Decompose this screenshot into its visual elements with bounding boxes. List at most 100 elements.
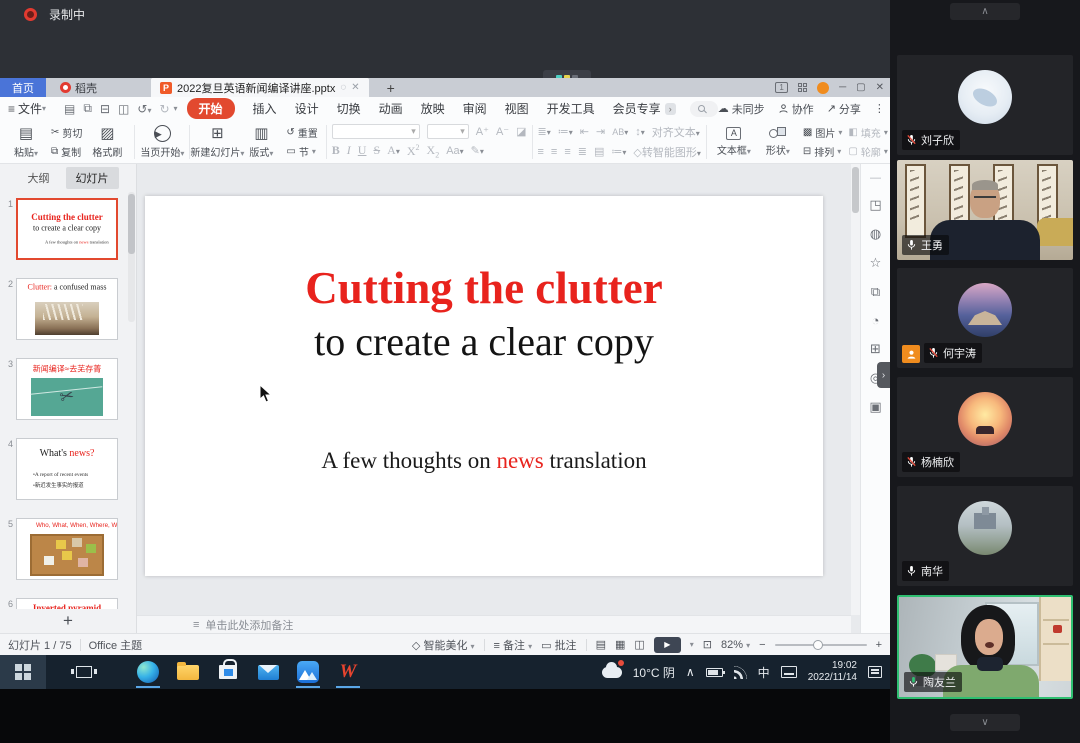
comments-button[interactable]: ▭ 批注 — [541, 637, 576, 653]
account-avatar[interactable] — [817, 82, 829, 94]
message-center-icon[interactable]: 1 — [775, 82, 788, 93]
highlight-pen-icon[interactable]: ✎▾ — [471, 144, 484, 157]
numbered-list-icon[interactable]: ≔▾ — [558, 125, 573, 138]
participant-tile[interactable]: 杨楠欣 — [897, 377, 1073, 477]
tab-home[interactable]: 首页 — [0, 78, 46, 97]
print-preview-icon[interactable]: ◫ — [118, 102, 129, 116]
participant-tile-speaking[interactable]: 陶友兰 — [897, 595, 1073, 699]
taskbar-wps[interactable]: W — [328, 655, 368, 689]
zoom-level[interactable]: 82% ▾ — [721, 639, 750, 651]
thumbnail-2[interactable]: 2 Clutter: a confused mass — [2, 278, 118, 340]
window-restore-button[interactable]: ▢ — [856, 82, 865, 93]
align-right-icon[interactable]: ≡ — [564, 146, 570, 158]
tab-close-icon[interactable]: ✕ — [351, 82, 359, 93]
increase-indent-icon[interactable]: ⇥ — [596, 125, 605, 138]
sidebar-expand-button[interactable]: ∨ — [950, 714, 1020, 731]
taskbar-mail[interactable] — [248, 655, 288, 689]
new-tab-button[interactable]: + — [381, 78, 401, 97]
subscript-button[interactable]: X2 — [427, 143, 440, 159]
menu-tab-view[interactable]: 视图 — [505, 100, 529, 117]
decrease-indent-icon[interactable]: ⇤ — [580, 125, 589, 138]
sidebar-collapse-button[interactable]: ∧ — [950, 3, 1020, 20]
slide-caption[interactable]: A few thoughts on news translation — [145, 448, 823, 474]
play-from-current-button[interactable]: ▶当页开始▾ — [140, 125, 184, 159]
export-icon[interactable]: ⧉ — [83, 101, 92, 116]
command-search[interactable] — [690, 101, 718, 117]
menu-tab-transition[interactable]: 切换 — [337, 100, 361, 117]
thumbnail-3[interactable]: 3 新闻编译≈去芜存菁 ✂ — [2, 358, 118, 420]
distribute-icon[interactable]: ▤ — [594, 145, 604, 158]
view-normal-icon[interactable]: ▤ — [596, 638, 606, 651]
decrease-font-icon[interactable]: A⁻ — [496, 125, 509, 138]
print-icon[interactable]: ⊟ — [100, 102, 110, 116]
start-button[interactable] — [0, 655, 46, 689]
task-view-button[interactable] — [64, 655, 104, 689]
font-size-select[interactable]: ▾ — [427, 124, 469, 139]
weather-text[interactable]: 10°C 阴 — [633, 664, 675, 681]
undo-icon[interactable]: ↺▾ — [137, 102, 151, 116]
justify-icon[interactable]: ≣ — [578, 145, 587, 158]
quickbar-more-icon[interactable]: ▾ — [174, 104, 178, 113]
beautify-button[interactable]: ◇ 智能美化 ▾ — [412, 637, 475, 653]
redo-icon[interactable]: ↻ — [159, 102, 169, 116]
tab-document[interactable]: P 2022复旦英语新闻编译讲座.pptx ◌ ✕ — [151, 78, 369, 97]
window-minimize-button[interactable]: ─ — [839, 82, 846, 93]
strip-expand-chevron-icon[interactable]: › — [877, 362, 890, 388]
file-menu[interactable]: 文件 — [18, 100, 42, 117]
notes-toggle-button[interactable]: ≡ 备注 ▾ — [494, 637, 533, 653]
paragraph-spacing-icon[interactable]: ≔▾ — [611, 145, 626, 158]
textbox-button[interactable]: A文本框▾ — [712, 127, 756, 157]
notes-bar[interactable]: ≡ 单击此处添加备注 — [137, 615, 851, 633]
format-painter-button[interactable]: ▨格式刷 — [85, 125, 129, 159]
menu-tab-insert[interactable]: 插入 — [253, 100, 277, 117]
panel-tool-icon-3[interactable]: ☆ — [870, 255, 882, 271]
picture-button[interactable]: ▩图片▾ — [803, 125, 842, 140]
hamburger-icon[interactable]: ≡ — [8, 102, 14, 116]
panel-tool-icon-4[interactable]: ⧉ — [871, 284, 880, 300]
editor-scrollbar[interactable] — [851, 164, 860, 615]
network-signal-icon[interactable] — [734, 666, 747, 679]
align-center-icon[interactable]: ≡ — [551, 146, 557, 158]
cut-button[interactable]: ✂剪切 — [51, 125, 82, 140]
thumbnail-6[interactable]: 6 Inverted pyramid — [2, 598, 118, 609]
menu-tab-member[interactable]: 会员专享 — [613, 100, 661, 117]
participant-tile[interactable]: 刘子欣 — [897, 55, 1073, 155]
view-sorter-icon[interactable]: ▦ — [615, 638, 625, 651]
panel-tool-icon-6[interactable]: ⊞ — [870, 341, 881, 357]
panel-tab-slides[interactable]: 幻灯片 — [66, 167, 119, 189]
zoom-in-button[interactable]: + — [876, 639, 882, 651]
italic-button[interactable]: I — [347, 143, 351, 158]
menu-tab-animation[interactable]: 动画 — [379, 100, 403, 117]
participant-tile[interactable]: 南华 — [897, 486, 1073, 586]
panel-tool-icon-5[interactable]: ◔ — [872, 313, 880, 328]
slide-layout-button[interactable]: ▥版式▾ — [239, 125, 283, 159]
play-options-caret-icon[interactable]: ▾ — [690, 640, 694, 649]
menu-tab-slideshow[interactable]: 放映 — [421, 100, 445, 117]
change-case-button[interactable]: Aa▾ — [446, 145, 463, 157]
add-slide-button[interactable]: + — [0, 609, 136, 633]
slide-subtitle[interactable]: to create a clear copy — [145, 318, 823, 365]
panel-scrollbar[interactable] — [128, 192, 135, 322]
font-family-select[interactable]: ▾ — [332, 124, 420, 139]
menu-tab-home[interactable]: 开始 — [187, 98, 235, 119]
outline-button[interactable]: ▢轮廓▾ — [848, 144, 887, 159]
battery-icon[interactable] — [706, 668, 723, 677]
reset-slide-button[interactable]: ↺重置 — [286, 125, 317, 140]
notification-center-icon[interactable] — [868, 666, 882, 678]
underline-button[interactable]: U — [358, 143, 367, 158]
font-color-button[interactable]: A▾ — [387, 143, 400, 158]
taskbar-edge[interactable] — [128, 655, 168, 689]
zoom-out-button[interactable]: − — [759, 639, 765, 651]
new-slide-button[interactable]: ⊞新建幻灯片▾ — [195, 125, 239, 159]
taskbar-store[interactable] — [208, 655, 248, 689]
align-left-icon[interactable]: ≡ — [538, 146, 544, 158]
arrange-button[interactable]: ⊟排列▾ — [803, 144, 842, 159]
thumbnail-4[interactable]: 4 What's news? •A report of recent event… — [2, 438, 118, 500]
participant-tile[interactable]: 何宇涛 — [897, 268, 1073, 368]
ime-indicator[interactable]: 中 — [758, 664, 770, 681]
taskbar-meeting-app[interactable] — [288, 655, 328, 689]
panel-tool-icon-2[interactable]: ◍ — [870, 226, 881, 242]
share-button[interactable]: ↗分享 — [827, 101, 861, 117]
slide-canvas[interactable]: Cutting the clutter to create a clear co… — [145, 196, 823, 576]
strikethrough-button[interactable]: S — [373, 143, 380, 158]
